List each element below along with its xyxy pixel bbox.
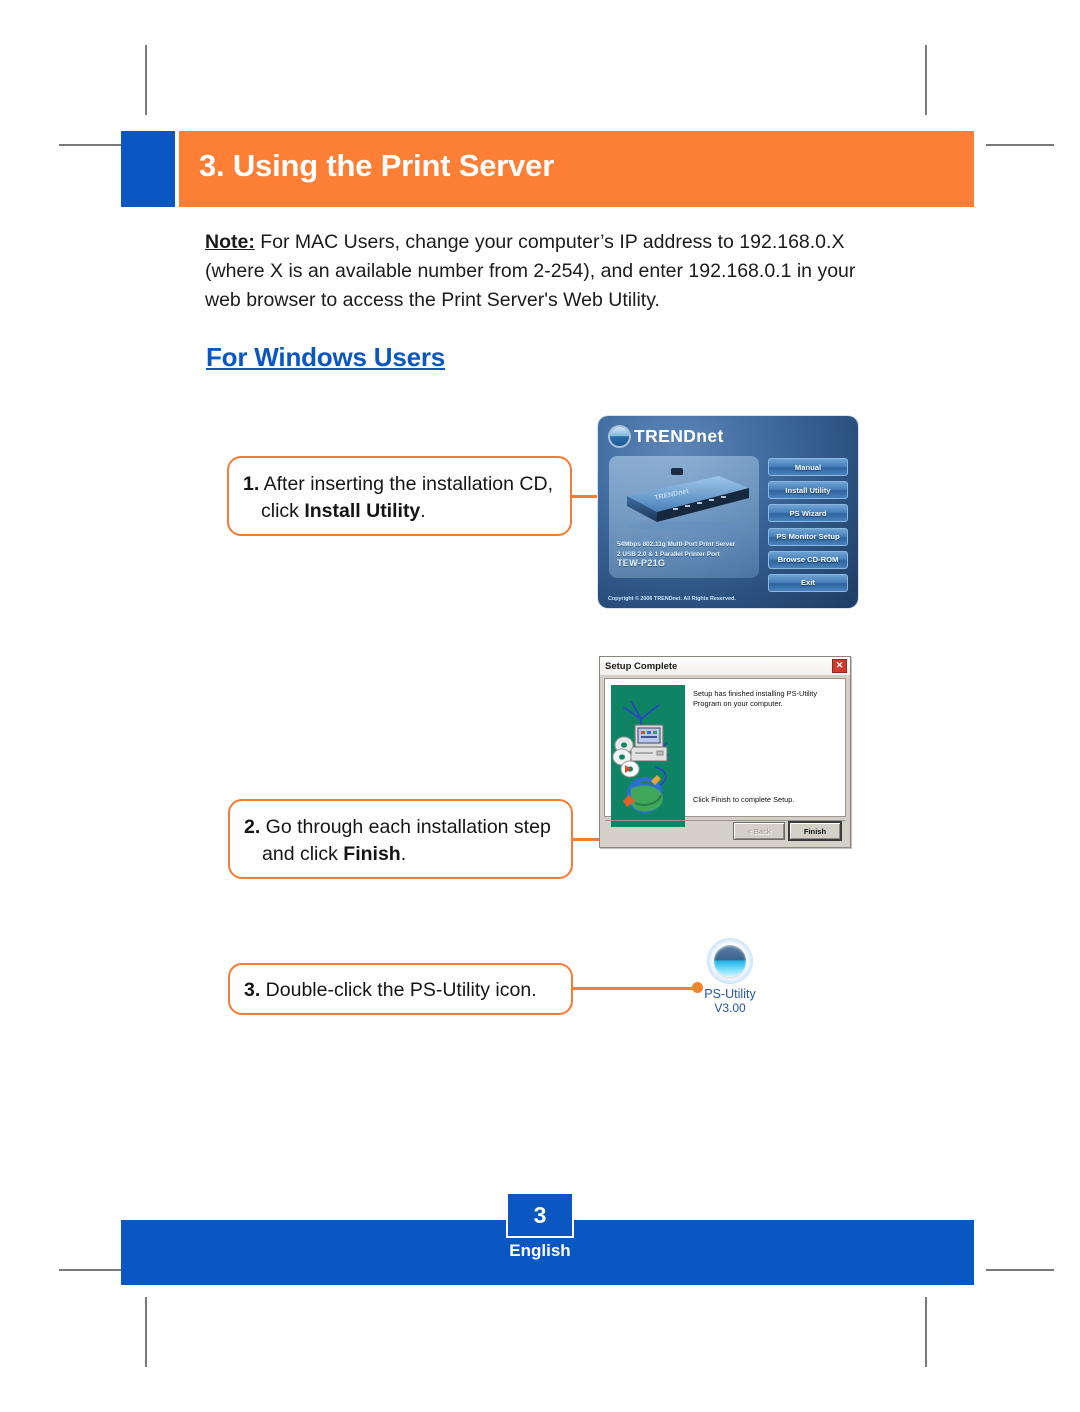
ps-utility-icon-globe — [714, 945, 746, 977]
dialog-titlebar: Setup Complete ✕ — [600, 657, 850, 675]
step-3-line-1: Double-click the PS-Utility icon. — [260, 979, 537, 1001]
ps-utility-icon-version: V3.00 — [714, 1001, 746, 1015]
device-panel: TRENDnet 54Mbps 802.11g Multi-Port Print… — [609, 456, 759, 578]
crop-mark-left-bottom — [59, 1269, 127, 1271]
autorun-screenshot: TRENDnet TRENDnet 54Mbps 802.11g Multi-P… — [598, 416, 858, 608]
page-title: 3. Using the Print Server — [199, 148, 555, 183]
autorun-copyright-text: Copyright © 2006 TRENDnet. All Rights Re… — [608, 596, 736, 602]
step-2-line-2-suffix: . — [400, 843, 407, 865]
crop-mark-right-top — [986, 144, 1054, 146]
note-paragraph: Note: For MAC Users, change your compute… — [205, 228, 885, 315]
step-2-number: 2. — [244, 816, 261, 838]
autorun-button-list: Manual Install Utility PS Wizard PS Moni… — [768, 458, 848, 592]
step-2-line-2-prefix: and click — [262, 843, 344, 865]
dialog-body: Setup has finished installing PS-Utility… — [604, 678, 846, 827]
crop-mark-bottom-left — [145, 1297, 147, 1367]
crop-mark-left-top — [59, 144, 127, 146]
autorun-button-ps-monitor-setup[interactable]: PS Monitor Setup — [768, 527, 848, 546]
autorun-button-exit[interactable]: Exit — [768, 573, 848, 592]
print-server-device-image: TRENDnet — [627, 468, 749, 531]
finish-button[interactable]: Finish — [788, 821, 842, 841]
footer-language-label: English — [509, 1241, 571, 1260]
section-heading-windows: For Windows Users — [206, 342, 446, 372]
step-2-line-2: and click Finish. — [244, 841, 555, 868]
step-3-number: 3. — [244, 979, 261, 1001]
device-description: 54Mbps 802.11g Multi-Port Print Server 2… — [617, 540, 753, 569]
step-1-number: 1. — [243, 473, 260, 495]
device-model-number: TEW-P21G — [617, 558, 666, 568]
autorun-button-ps-wizard[interactable]: PS Wizard — [768, 504, 848, 523]
crop-mark-right-bottom — [986, 1269, 1054, 1271]
installshield-artwork — [611, 685, 685, 827]
device-spec-line-1: 54Mbps 802.11g Multi-Port Print Server — [617, 541, 736, 548]
autorun-button-browse-cdrom[interactable]: Browse CD-ROM — [768, 550, 848, 569]
ps-utility-icon[interactable] — [707, 938, 753, 984]
note-line-1: For MAC Users, change your computer’s IP… — [254, 231, 845, 253]
back-button: < Back — [733, 822, 785, 840]
note-line-3: web browser to access the Print Server's… — [205, 289, 660, 311]
ps-utility-icon-label: PS-Utility — [704, 987, 756, 1001]
crop-mark-bottom-right — [925, 1297, 927, 1367]
step-3-callout: 3. Double-click the PS-Utility icon. — [228, 963, 573, 1015]
trendnet-logo: TRENDnet — [610, 426, 724, 447]
step-2-line-1: Go through each installation step — [260, 816, 551, 838]
note-label: Note: — [205, 231, 255, 253]
autorun-button-manual[interactable]: Manual — [768, 458, 848, 476]
autorun-button-install-utility[interactable]: Install Utility — [768, 481, 848, 500]
dialog-title: Setup Complete — [605, 660, 678, 672]
dialog-button-row: < Back Finish — [733, 821, 842, 841]
close-icon[interactable]: ✕ — [832, 659, 847, 673]
trendnet-globe-icon — [610, 427, 629, 446]
setup-complete-dialog: Setup Complete ✕ Setup has finished inst… — [599, 656, 851, 848]
step-1-line-2-prefix: click — [261, 500, 305, 522]
step-1-line-1: After inserting the installation CD, — [259, 473, 553, 495]
installshield-graphic — [611, 685, 685, 827]
crop-mark-top-left — [145, 45, 147, 115]
header-blue-block — [121, 131, 175, 207]
page-number-box: 3 — [506, 1192, 574, 1238]
trendnet-wordmark: TRENDnet — [634, 426, 724, 446]
step-2-callout: 2. Go through each installation step and… — [228, 799, 573, 879]
step-2-emphasis: Finish — [343, 843, 401, 865]
step-1-line-2: click Install Utility. — [243, 498, 554, 525]
step-1-emphasis: Install Utility — [304, 500, 421, 522]
page-header: 3. Using the Print Server — [121, 131, 974, 207]
crop-mark-top-right — [925, 45, 927, 115]
dialog-instruction: Click Finish to complete Setup. — [693, 795, 795, 804]
note-line-2: (where X is an available number from 2-2… — [205, 260, 856, 282]
step-3-connector-line — [573, 987, 701, 990]
step-1-line-2-suffix: . — [420, 500, 426, 522]
step-1-callout: 1. After inserting the installation CD, … — [227, 456, 572, 536]
ps-utility-desktop-icon[interactable]: PS-Utility V3.00 — [700, 938, 760, 1015]
dialog-message: Setup has finished installing PS-Utility… — [693, 689, 818, 708]
